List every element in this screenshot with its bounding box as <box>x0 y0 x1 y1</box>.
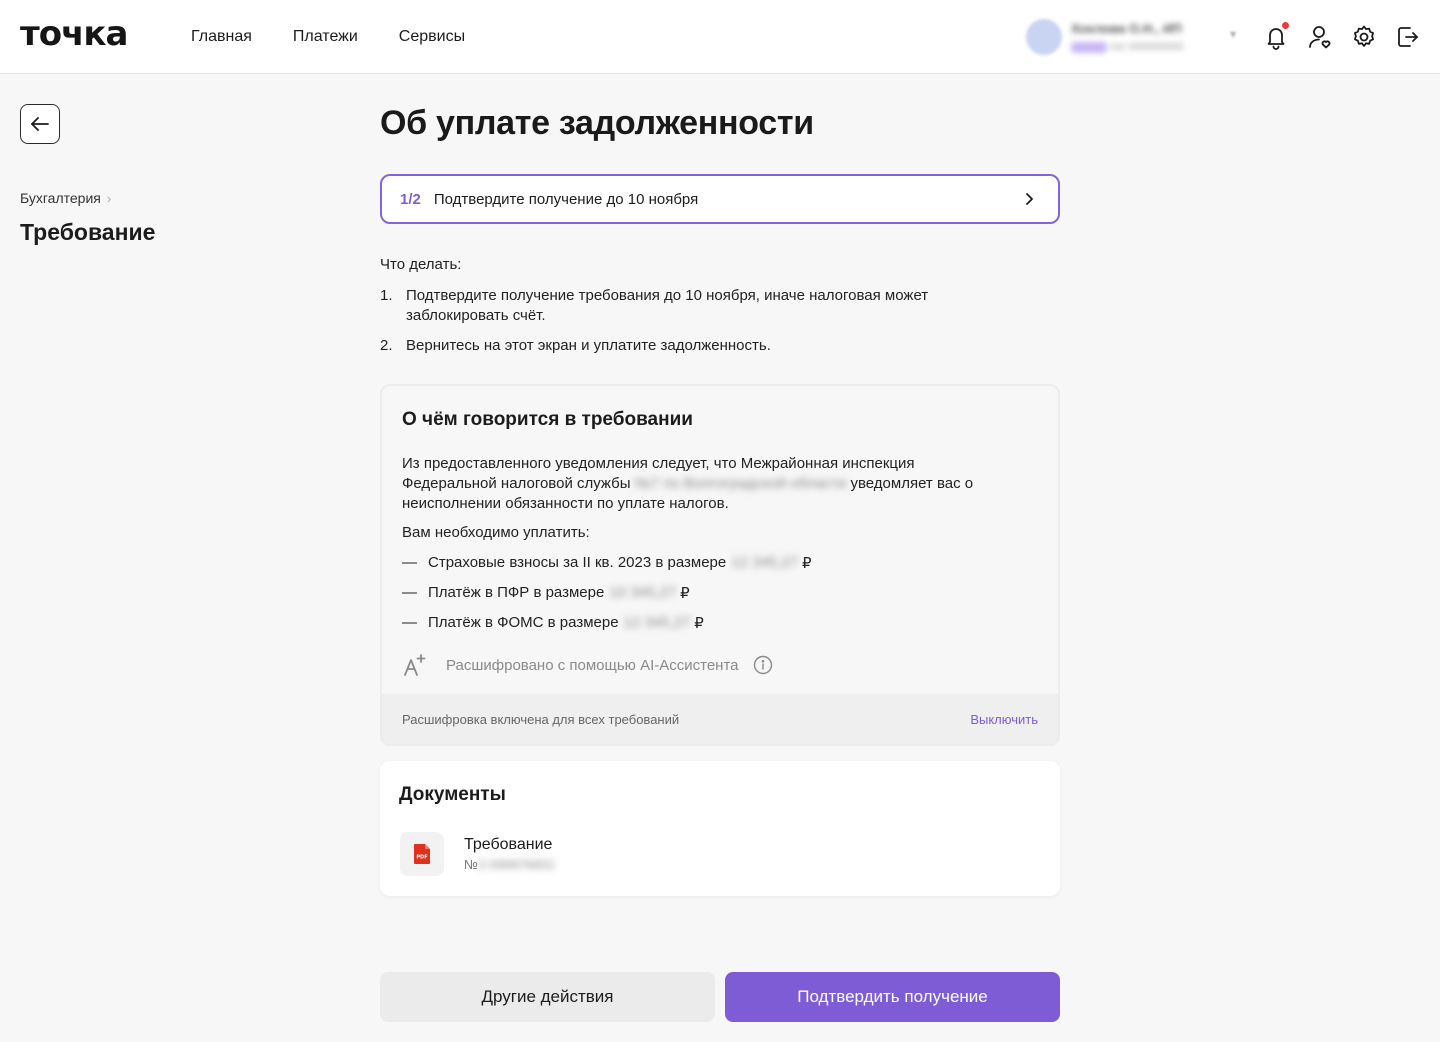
page-title: Об уплате задолженности <box>380 104 814 142</box>
nav-item-services[interactable]: Сервисы <box>399 28 465 46</box>
section-title: Требование <box>20 219 156 245</box>
ai-letter-sparkle-icon <box>404 654 426 676</box>
todo-number: 1. <box>380 287 393 304</box>
currency-sign: ₽ <box>680 585 690 602</box>
need-to-pay-label: Вам необходимо уплатить: <box>402 524 590 541</box>
profile-switcher[interactable]: Хохлова О.Н., ИП inn 000000000 ▾ <box>1026 19 1248 55</box>
dash: — <box>402 584 417 601</box>
main-nav: Главная Платежи Сервисы <box>191 28 506 46</box>
chevron-right-icon: › <box>106 190 112 206</box>
disable-decoding-link[interactable]: Выключить <box>970 712 1038 727</box>
todo-item: 2. Вернитесь на этот экран и уплатите за… <box>380 336 1006 356</box>
dash: — <box>402 554 417 571</box>
nav-item-payments[interactable]: Платежи <box>293 28 358 46</box>
summary-paragraph: Из предоставленного уведомления следует,… <box>402 454 1002 514</box>
breadcrumb-item-accounting[interactable]: Бухгалтерия <box>20 190 101 206</box>
document-item[interactable]: PDF Требование № 2-099976652 <box>400 832 555 876</box>
dash: — <box>402 614 417 631</box>
notification-dot <box>1282 22 1289 29</box>
redacted-amount: 12 345,27 <box>623 614 691 631</box>
ai-note-text: Расшифровано с помощью AI-Ассистента <box>446 656 739 674</box>
document-number: № 2-099976652 <box>464 857 555 872</box>
breadcrumb[interactable]: Бухгалтерия › <box>20 190 111 206</box>
profile-tag <box>1071 41 1107 53</box>
todo-text: Подтвердите получение требования до 10 н… <box>406 287 929 324</box>
step-counter: 1/2 <box>400 190 421 208</box>
step-text: Подтвердите получение до 10 ноября <box>433 190 699 208</box>
redacted-inspection: №7 по Волгоградской области <box>634 475 847 492</box>
document-name: Требование <box>464 836 553 853</box>
profile-name: Хохлова О.Н., ИП <box>1071 21 1182 36</box>
pdf-file-icon: PDF <box>400 832 444 876</box>
summary-footer: Расшифровка включена для всех требований… <box>382 694 1058 744</box>
documents-title: Документы <box>399 784 506 805</box>
gear-icon[interactable] <box>1351 24 1377 50</box>
payment-text: Платёж в ФОМС в размере <box>428 614 619 631</box>
summary-title: О чём говорится в требовании <box>402 409 693 430</box>
payment-text: Платёж в ПФР в размере <box>428 584 605 601</box>
payment-item: — Платёж в ПФР в размере 10 345,27 ₽ <box>402 584 690 602</box>
avatar <box>1026 19 1062 55</box>
summary-card: О чём говорится в требовании Из предоста… <box>380 384 1060 746</box>
currency-sign: ₽ <box>694 615 704 632</box>
number-prefix: № <box>464 857 478 872</box>
todo-text: Вернитесь на этот экран и уплатите задол… <box>406 337 771 354</box>
currency-sign: ₽ <box>801 555 812 572</box>
nav-item-home[interactable]: Главная <box>191 28 252 46</box>
svg-text:PDF: PDF <box>416 855 427 861</box>
payment-text: Страховые взносы за II кв. 2023 в размер… <box>428 554 727 571</box>
todo-label: Что делать: <box>380 256 462 273</box>
bell-icon[interactable] <box>1263 22 1289 50</box>
top-header: точка Главная Платежи Сервисы Хохлова О.… <box>0 0 1440 74</box>
payment-item: — Страховые взносы за II кв. 2023 в разм… <box>402 554 812 572</box>
logout-icon[interactable] <box>1395 24 1421 50</box>
confirm-receipt-button[interactable]: Подтвердить получение <box>725 972 1060 1022</box>
arrow-left-icon <box>31 117 49 131</box>
documents-card: Документы PDF Требование № 2-099976652 <box>380 761 1060 896</box>
chevron-right-icon <box>1026 193 1033 205</box>
profile-subtitle: inn 000000000 <box>1111 41 1184 53</box>
ai-note: Расшифровано с помощью AI-Ассистента <box>402 652 773 678</box>
todo-item: 1. Подтвердите получение требования до 1… <box>380 286 1006 326</box>
redacted-amount: 10 345,27 <box>609 584 677 601</box>
user-heart-icon[interactable] <box>1307 24 1333 50</box>
other-actions-button[interactable]: Другие действия <box>380 972 715 1022</box>
todo-number: 2. <box>380 337 393 354</box>
redacted-number: 2-099976652 <box>477 857 555 872</box>
info-icon[interactable] <box>753 655 773 675</box>
payment-item: — Платёж в ФОМС в размере 12 345,27 ₽ <box>402 614 704 632</box>
brand-logo[interactable]: точка <box>20 14 128 54</box>
back-button[interactable] <box>20 104 60 144</box>
step-banner[interactable]: 1/2 Подтвердите получение до 10 ноября <box>380 174 1060 224</box>
chevron-down-icon: ▾ <box>1230 27 1237 41</box>
decoding-status-text: Расшифровка включена для всех требований <box>402 711 680 727</box>
redacted-amount: 12 345,27 <box>731 554 798 571</box>
